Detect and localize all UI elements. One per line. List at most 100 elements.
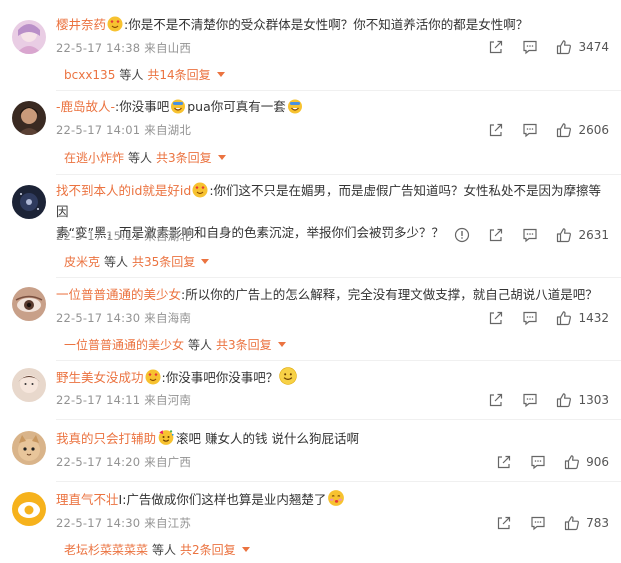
avatar[interactable]	[12, 20, 46, 54]
chevron-down-icon	[201, 259, 210, 264]
comment-text: :你没事吧	[115, 99, 170, 114]
reply-username[interactable]: 老坛杉菜菜菜菜	[64, 541, 148, 558]
share-button[interactable]	[488, 122, 504, 138]
comment-button[interactable]	[522, 310, 538, 326]
avatar[interactable]	[12, 368, 46, 402]
reply-label: 等人	[119, 68, 144, 82]
comment-date: 22-5-17 14:20	[56, 455, 141, 469]
like-button[interactable]: 1303	[556, 392, 609, 408]
comment-actions: 783	[478, 515, 609, 531]
comment-meta: 22-5-17 15:11 来自湖北	[56, 228, 191, 244]
reply-label: 等人	[104, 255, 129, 269]
comment-date: 22-5-17 14:11	[56, 393, 141, 407]
comment-actions: 1303	[470, 392, 609, 408]
reply-count[interactable]: 共35条回复	[132, 253, 195, 270]
comment-icon	[531, 516, 545, 531]
comment-actions: 1432	[470, 310, 609, 326]
like-count: 3474	[578, 40, 609, 54]
share-icon	[490, 228, 503, 242]
comment-location: 来自河南	[144, 393, 192, 407]
reply-count[interactable]: 共14条回复	[147, 66, 210, 83]
reply-summary[interactable]: 一位普普通通的美少女 等人 共3条回复	[64, 336, 286, 353]
smile-emoji-icon	[279, 367, 297, 385]
username[interactable]: 野生美女没成功	[56, 370, 144, 385]
like-button[interactable]: 2631	[556, 227, 609, 243]
comment-text: I:广告做成你们这样也算是业内翘楚了	[118, 492, 327, 507]
divider	[56, 481, 621, 482]
username[interactable]: -鹿岛故人-	[56, 99, 115, 114]
divider	[56, 277, 621, 278]
comment-button[interactable]	[522, 227, 538, 243]
like-count: 2631	[578, 228, 609, 242]
username[interactable]: 樱井奈药	[56, 17, 106, 32]
avatar[interactable]	[12, 492, 46, 526]
comment-body: 理直气不壮I:广告做成你们这样也算是业内翘楚了	[56, 489, 605, 510]
like-button[interactable]: 1432	[556, 310, 609, 326]
comment-date: 22-5-17 15:11	[56, 229, 141, 243]
comment-body: 野生美女没成功 :你没事吧你没事吧？	[56, 367, 605, 388]
comment-meta: 22-5-17 14:01 来自湖北	[56, 122, 191, 138]
like-count: 906	[586, 455, 609, 469]
report-button[interactable]	[454, 227, 470, 243]
comment-button[interactable]	[530, 454, 546, 470]
share-button[interactable]	[488, 39, 504, 55]
heart-eyes-emoji-icon	[145, 369, 161, 385]
comment-icon	[523, 123, 538, 138]
username[interactable]: 找不到本人的id就是好id	[56, 183, 191, 198]
blush-emoji-icon	[327, 489, 345, 507]
reply-summary[interactable]: 皮米克 等人 共35条回复	[64, 253, 210, 270]
reply-count[interactable]: 共3条回复	[216, 336, 272, 353]
comment-date: 22-5-17 14:38	[56, 41, 141, 55]
comment-button[interactable]	[522, 122, 538, 138]
comment-button[interactable]	[522, 392, 538, 408]
share-button[interactable]	[488, 310, 504, 326]
reply-username[interactable]: 在逃小炸炸	[64, 149, 124, 166]
comment-text: :你没事吧你没事吧？	[161, 370, 279, 385]
share-icon	[497, 455, 511, 469]
comment-actions: 2631	[436, 227, 609, 243]
comment-button[interactable]	[522, 39, 538, 55]
share-button[interactable]	[496, 454, 512, 470]
reply-summary[interactable]: 老坛杉菜菜菜菜 等人 共2条回复	[64, 541, 250, 558]
comment-icon	[523, 311, 538, 326]
avatar[interactable]	[12, 431, 46, 465]
comment-icon	[531, 455, 545, 470]
comment-icon	[523, 228, 538, 243]
comment-location: 来自山西	[144, 41, 192, 55]
like-button[interactable]: 906	[564, 454, 609, 470]
share-icon	[497, 516, 511, 530]
chevron-down-icon	[217, 155, 226, 160]
reply-username[interactable]: bcxx135	[64, 68, 115, 82]
comment-meta: 22-5-17 14:11 来自河南	[56, 392, 191, 408]
divider	[56, 90, 621, 91]
reply-username[interactable]: 一位普普通通的美少女	[64, 336, 184, 353]
party-emoji-icon	[157, 428, 175, 446]
like-button[interactable]: 2606	[556, 122, 609, 138]
reply-username[interactable]: 皮米克	[64, 253, 100, 270]
comment-location: 来自广西	[144, 455, 192, 469]
report-icon	[455, 227, 470, 243]
reply-count[interactable]: 共3条回复	[156, 149, 212, 166]
username[interactable]: 一位普普通通的美少女	[56, 287, 181, 302]
avatar[interactable]	[12, 101, 46, 135]
share-button[interactable]	[488, 392, 504, 408]
comment-meta: 22-5-17 14:38 来自山西	[56, 40, 191, 56]
thumbs-up-icon	[557, 40, 572, 55]
share-button[interactable]	[488, 227, 504, 243]
reply-summary[interactable]: 在逃小炸炸 等人 共3条回复	[64, 149, 226, 166]
avatar[interactable]	[12, 185, 46, 219]
share-button[interactable]	[496, 515, 512, 531]
username[interactable]: 我真的只会打辅助	[56, 431, 156, 446]
like-count: 783	[586, 516, 609, 530]
comment-location: 来自海南	[144, 311, 192, 325]
comment-button[interactable]	[530, 515, 546, 531]
like-count: 2606	[578, 123, 609, 137]
reply-count[interactable]: 共2条回复	[180, 541, 236, 558]
like-button[interactable]: 3474	[556, 39, 609, 55]
reply-summary[interactable]: bcxx135 等人 共14条回复	[64, 66, 225, 83]
avatar[interactable]	[12, 287, 46, 321]
thumbs-up-icon	[557, 311, 572, 326]
like-button[interactable]: 783	[564, 515, 609, 531]
username[interactable]: 理直气不壮	[56, 492, 119, 507]
comment-body: -鹿岛故人-:你没事吧 pua你可真有一套	[56, 96, 605, 117]
